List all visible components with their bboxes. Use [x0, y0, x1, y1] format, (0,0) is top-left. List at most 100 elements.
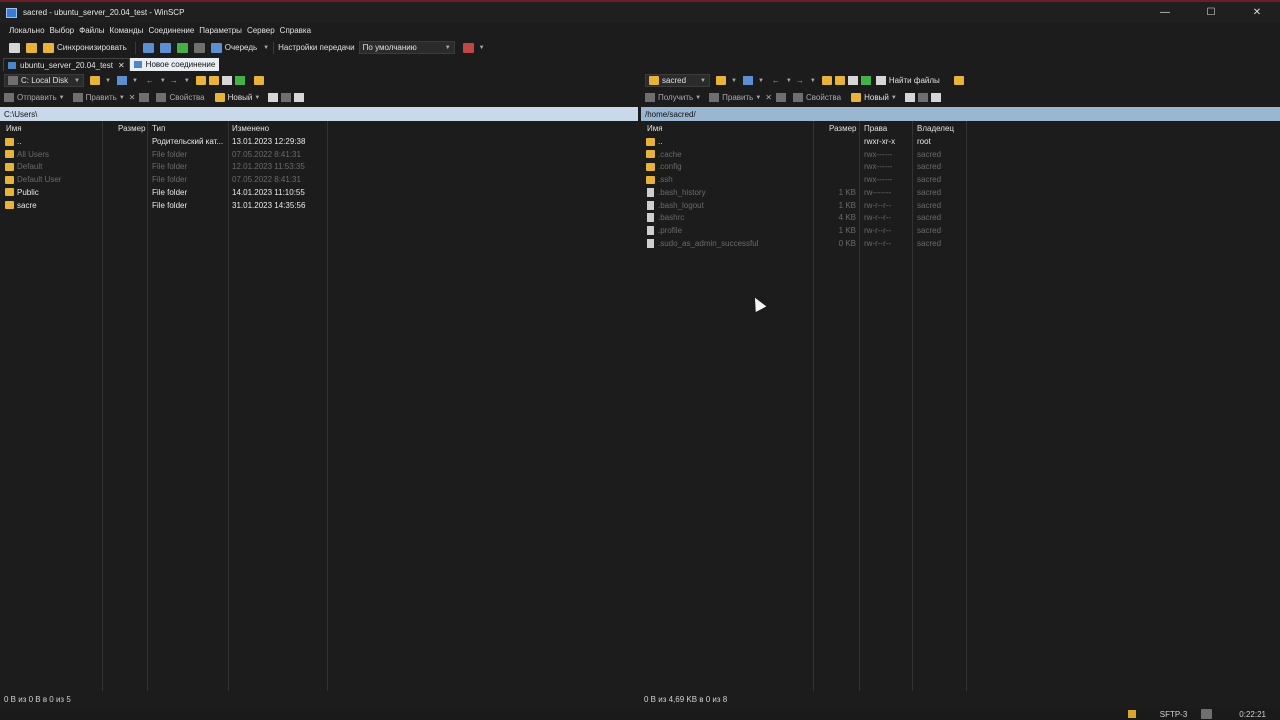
gear-icon[interactable]: [193, 42, 205, 53]
maximize-button[interactable]: ☐: [1188, 2, 1234, 23]
find-icon[interactable]: [253, 76, 264, 85]
transfer-preset-select[interactable]: По умолчанию ▼: [358, 41, 455, 54]
filter-select-icon[interactable]: [294, 93, 305, 102]
col-name[interactable]: Имя: [6, 124, 22, 133]
table-row[interactable]: .profile 1 KB rw-r--r-- sacred: [641, 225, 1280, 237]
synchronize-button[interactable]: Синхронизировать: [57, 43, 127, 52]
edit-button[interactable]: Править ▼: [709, 93, 761, 102]
col-name[interactable]: Имя: [647, 124, 663, 133]
tab-session[interactable]: ubuntu_server_20.04_test ✕: [3, 58, 130, 71]
chevron-down-icon[interactable]: ▼: [731, 78, 737, 84]
root-folder-icon[interactable]: [834, 76, 845, 85]
upload-button[interactable]: Отправить ▼: [4, 93, 65, 102]
chevron-down-icon[interactable]: ▼: [160, 78, 166, 84]
back-icon[interactable]: ←: [146, 76, 154, 85]
tab-new-session[interactable]: Новое соединение: [129, 58, 220, 71]
delete-icon[interactable]: ✕: [765, 93, 772, 102]
chevron-down-icon[interactable]: ▼: [786, 78, 792, 84]
table-row[interactable]: Default File folder 12.01.2023 11:53:35: [0, 161, 638, 173]
properties-button[interactable]: Свойства: [792, 93, 841, 102]
col-type[interactable]: Тип: [152, 124, 165, 133]
refresh-icon[interactable]: [234, 76, 245, 85]
col-size[interactable]: Размер: [118, 124, 146, 133]
remote-path[interactable]: /home/sacred/: [641, 107, 1280, 121]
minimize-button[interactable]: —: [1142, 2, 1188, 23]
menu-help[interactable]: Справка: [280, 26, 311, 35]
properties-button[interactable]: Свойства: [156, 93, 205, 102]
refresh-icon[interactable]: [860, 76, 871, 85]
forward-icon[interactable]: →: [170, 76, 178, 85]
chevron-down-icon[interactable]: ▼: [479, 45, 485, 51]
open-folder-icon[interactable]: [716, 76, 726, 85]
remote-folder-select[interactable]: sacred ▼: [645, 74, 710, 87]
forward-icon[interactable]: →: [796, 76, 804, 85]
new-button[interactable]: Новый ▼: [851, 93, 897, 102]
col-size[interactable]: Размер: [829, 124, 857, 133]
table-row[interactable]: sacre File folder 31.01.2023 14:35:56: [0, 200, 638, 212]
chevron-down-icon[interactable]: ▼: [810, 78, 816, 84]
menu-select[interactable]: Выбор: [50, 26, 75, 35]
home-icon[interactable]: [221, 76, 232, 85]
unselect-icon[interactable]: [281, 93, 292, 102]
filter-icon[interactable]: [742, 76, 753, 85]
layout-icon[interactable]: [9, 42, 20, 53]
chevron-down-icon[interactable]: ▼: [263, 45, 269, 51]
col-owner[interactable]: Владелец: [917, 124, 954, 133]
menu-options[interactable]: Параметры: [199, 26, 242, 35]
table-row[interactable]: .. Родительский кат... 13.01.2023 12:29:38: [0, 136, 638, 148]
back-icon[interactable]: ←: [772, 76, 780, 85]
compare-icon[interactable]: [176, 42, 188, 53]
sync-browse-icon[interactable]: [26, 42, 37, 53]
chevron-down-icon[interactable]: ▼: [758, 78, 764, 84]
table-row[interactable]: Default User File folder 07.05.2022 8:41:3…: [0, 174, 638, 186]
table-row[interactable]: .ssh rwx------ sacred: [641, 174, 1280, 186]
table-row[interactable]: .config rwx------ sacred: [641, 161, 1280, 173]
local-file-list[interactable]: Имя Размер Тип Изменено .. Родительский к…: [0, 121, 638, 691]
chevron-down-icon[interactable]: ▼: [132, 78, 138, 84]
menu-commands[interactable]: Команды: [110, 26, 144, 35]
root-folder-icon[interactable]: [208, 76, 219, 85]
chevron-down-icon[interactable]: ▼: [184, 78, 190, 84]
rename-icon[interactable]: [139, 93, 152, 102]
transfer-options-icon[interactable]: [462, 42, 474, 53]
remote-file-list[interactable]: Имя Размер Права Владелец .. rwxr-xr-x roo…: [641, 121, 1280, 691]
table-row[interactable]: .sudo_as_admin_successful 0 KB rw-r--r-- sa…: [641, 238, 1280, 250]
table-row[interactable]: .bashrc 4 KB rw-r--r-- sacred: [641, 212, 1280, 224]
table-row[interactable]: All Users File folder 07.05.2022 8:41:31: [0, 149, 638, 161]
menu-session[interactable]: Соединение: [148, 26, 194, 35]
select-all-icon[interactable]: [904, 93, 915, 102]
new-button[interactable]: Новый ▼: [214, 93, 260, 102]
col-rights[interactable]: Права: [864, 124, 887, 133]
menu-files[interactable]: Файлы: [79, 26, 104, 35]
table-row[interactable]: .bash_logout 1 KB rw-r--r-- sacred: [641, 200, 1280, 212]
chevron-down-icon[interactable]: ▼: [105, 78, 111, 84]
unselect-icon[interactable]: [917, 93, 928, 102]
open-folder-icon[interactable]: [90, 76, 100, 85]
download-button[interactable]: Получить ▼: [645, 93, 701, 102]
local-drive-select[interactable]: C: Local Disk ▼: [4, 74, 84, 87]
filter-icon[interactable]: [116, 76, 127, 85]
tree-icon[interactable]: [953, 76, 964, 85]
home-icon[interactable]: [847, 76, 858, 85]
parent-folder-icon[interactable]: [195, 76, 206, 85]
select-all-icon[interactable]: [268, 93, 279, 102]
console-icon[interactable]: [142, 42, 154, 53]
close-button[interactable]: ✕: [1234, 2, 1280, 23]
local-path[interactable]: C:\Users\: [0, 107, 638, 121]
table-row[interactable]: .bash_history 1 KB rw------- sacred: [641, 187, 1280, 199]
table-row[interactable]: .cache rwx------ sacred: [641, 149, 1280, 161]
col-modified[interactable]: Изменено: [232, 124, 269, 133]
table-row[interactable]: Public File folder 14.01.2023 11:10:55: [0, 187, 638, 199]
queue-icon[interactable]: [210, 42, 222, 53]
rename-icon[interactable]: [775, 93, 789, 102]
edit-button[interactable]: Править ▼: [72, 93, 125, 102]
synchronize-icon[interactable]: [43, 42, 54, 53]
filter-select-icon[interactable]: [930, 93, 941, 102]
delete-icon[interactable]: ✕: [129, 93, 136, 102]
find-files-button[interactable]: Найти файлы: [875, 76, 940, 85]
queue-button[interactable]: Очередь: [225, 43, 257, 52]
parent-folder-icon[interactable]: [821, 76, 832, 85]
menu-server[interactable]: Сервер: [247, 26, 275, 35]
table-row[interactable]: .. rwxr-xr-x root: [641, 136, 1280, 148]
menu-local[interactable]: Локально: [9, 26, 45, 35]
